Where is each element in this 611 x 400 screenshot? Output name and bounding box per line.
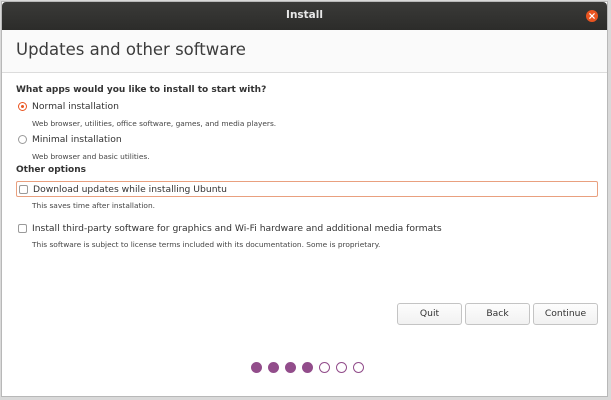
minimal-installation-label: Minimal installation [32, 133, 122, 145]
third-party-software-description: This software is subject to license term… [32, 240, 381, 249]
page-header: Updates and other software [2, 30, 607, 73]
page-title: Updates and other software [16, 40, 246, 59]
checkbox-unchecked-icon [19, 184, 28, 194]
normal-installation-label: Normal installation [32, 100, 119, 112]
progress-indicator [251, 362, 370, 373]
checkbox-unchecked-icon [18, 223, 27, 233]
download-updates-label: Download updates while installing Ubuntu [33, 183, 227, 195]
window-title: Install [286, 9, 323, 21]
progress-dot-complete [268, 362, 279, 373]
progress-dot-complete [285, 362, 296, 373]
install-type-question: What apps would you like to install to s… [16, 85, 267, 95]
progress-dot-pending [319, 362, 330, 373]
close-button[interactable] [586, 10, 598, 22]
third-party-software-checkbox[interactable]: Install third-party software for graphic… [18, 221, 442, 235]
minimal-installation-radio[interactable]: Minimal installation [18, 132, 122, 146]
title-bar: Install [2, 2, 607, 30]
progress-dot-complete [251, 362, 262, 373]
close-icon [589, 13, 595, 19]
back-button[interactable]: Back [465, 303, 530, 325]
progress-dot-pending [336, 362, 347, 373]
installer-window: Install Updates and other software What … [1, 1, 608, 397]
minimal-installation-description: Web browser and basic utilities. [32, 152, 150, 161]
normal-installation-description: Web browser, utilities, office software,… [32, 119, 277, 128]
progress-dot-pending [353, 362, 364, 373]
quit-button[interactable]: Quit [397, 303, 462, 325]
download-updates-description: This saves time after installation. [32, 201, 155, 210]
normal-installation-radio[interactable]: Normal installation [18, 99, 119, 113]
other-options-heading: Other options [16, 165, 86, 175]
progress-dot-complete [302, 362, 313, 373]
continue-button[interactable]: Continue [533, 303, 598, 325]
radio-unselected-icon [18, 134, 27, 144]
third-party-software-label: Install third-party software for graphic… [32, 222, 442, 234]
download-updates-checkbox[interactable]: Download updates while installing Ubuntu [16, 181, 598, 197]
radio-selected-icon [18, 101, 27, 111]
